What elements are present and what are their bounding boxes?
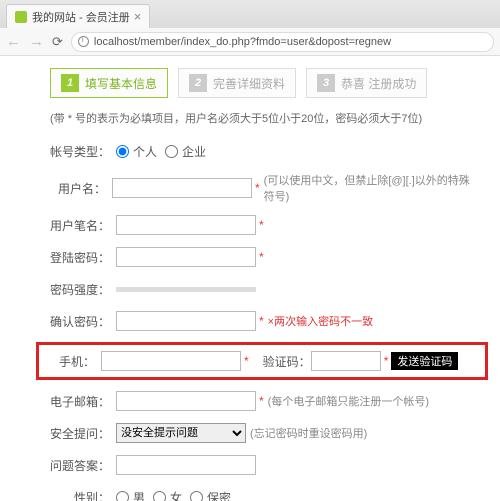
answer-label: 问题答案： xyxy=(50,457,110,474)
phone-highlight-box: 手机： * 验证码： * 发送验证码 xyxy=(36,342,488,380)
send-code-button[interactable]: 发送验证码 xyxy=(391,352,458,370)
question-label: 安全提问： xyxy=(50,425,110,442)
password-input[interactable] xyxy=(116,247,256,267)
close-icon[interactable]: × xyxy=(134,9,142,24)
account-type-label: 帐号类型： xyxy=(50,143,110,160)
info-icon[interactable] xyxy=(78,36,89,47)
step-wizard: 1填写基本信息 2完善详细资料 3恭喜 注册成功 xyxy=(50,68,480,98)
question-hint: (忘记密码时重设密码用) xyxy=(250,425,367,441)
account-personal[interactable]: 个人 xyxy=(116,143,157,160)
form-note: (带 * 号的表示为必填项目，用户名必须大于5位小于20位，密码必须大于7位) xyxy=(50,110,480,126)
confirm-error: ×两次输入密码不一致 xyxy=(268,313,373,329)
reload-icon[interactable]: ⟳ xyxy=(52,34,63,50)
email-input[interactable] xyxy=(116,391,256,411)
sex-male[interactable]: 男 xyxy=(116,489,145,501)
address-bar: ← → ⟳ localhost/member/index_do.php?fmdo… xyxy=(0,28,500,56)
sex-female[interactable]: 女 xyxy=(153,489,182,501)
email-hint: (每个电子邮箱只能注册一个帐号) xyxy=(268,393,429,409)
forward-icon: → xyxy=(29,33,44,50)
url-text: localhost/member/index_do.php?fmdo=user&… xyxy=(94,36,391,48)
confirm-label: 确认密码： xyxy=(50,313,110,330)
vcode-label: 验证码： xyxy=(263,353,311,370)
password-label: 登陆密码： xyxy=(50,249,110,266)
sex-label: 性别： xyxy=(50,489,110,501)
sex-secret[interactable]: 保密 xyxy=(190,489,231,501)
phone-label: 手机： xyxy=(43,353,95,370)
browser-tab[interactable]: 我的网站 - 会员注册 × xyxy=(6,4,150,28)
strength-label: 密码强度： xyxy=(50,281,110,298)
confirm-input[interactable] xyxy=(116,311,256,331)
phone-input[interactable] xyxy=(101,351,241,371)
answer-input[interactable] xyxy=(116,455,256,475)
email-label: 电子邮箱： xyxy=(50,393,110,410)
tab-title: 我的网站 - 会员注册 xyxy=(32,9,130,25)
vcode-input[interactable] xyxy=(311,351,381,371)
nickname-input[interactable] xyxy=(116,215,256,235)
favicon xyxy=(15,11,27,23)
account-company[interactable]: 企业 xyxy=(165,143,206,160)
back-icon[interactable]: ← xyxy=(6,33,21,50)
username-hint: (可以使用中文，但禁止除[@][.]以外的特殊符号) xyxy=(264,172,480,204)
username-label: 用户名： xyxy=(50,180,106,197)
browser-tabbar: 我的网站 - 会员注册 × xyxy=(0,0,500,28)
url-field[interactable]: localhost/member/index_do.php?fmdo=user&… xyxy=(71,32,494,52)
strength-bar xyxy=(116,287,256,292)
nickname-label: 用户笔名： xyxy=(50,217,110,234)
step-1: 1填写基本信息 xyxy=(50,68,168,98)
step-3: 3恭喜 注册成功 xyxy=(306,68,427,98)
step-2: 2完善详细资料 xyxy=(178,68,296,98)
username-input[interactable] xyxy=(112,178,252,198)
question-select[interactable]: 没安全提示问题 xyxy=(116,423,246,443)
